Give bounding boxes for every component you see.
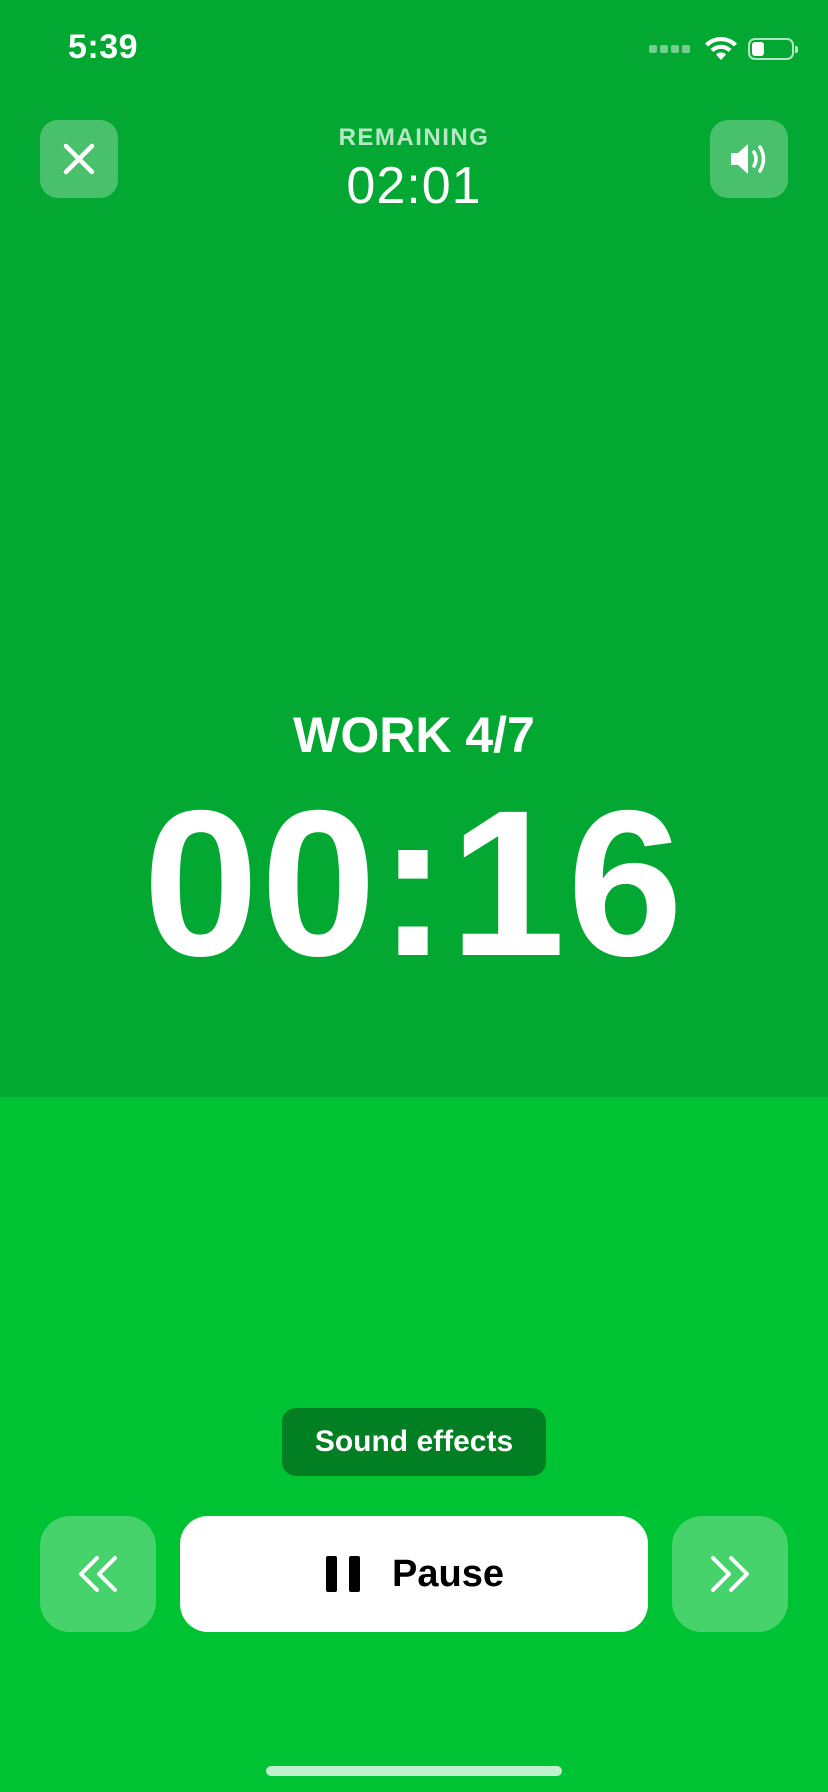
- status-time: 5:39: [68, 28, 139, 66]
- remaining-time: 02:01: [346, 157, 482, 215]
- phase-timer: 00:16: [143, 768, 685, 1000]
- signal-icon: [649, 45, 690, 53]
- wifi-icon: [705, 37, 737, 60]
- previous-button[interactable]: [40, 1516, 156, 1632]
- sound-effects-button[interactable]: Sound effects: [282, 1408, 546, 1476]
- phase-label: WORK 4/7: [293, 707, 535, 763]
- remaining-label: REMAINING: [338, 124, 490, 151]
- next-button[interactable]: [672, 1516, 788, 1632]
- speaker-icon: [731, 144, 766, 174]
- timer-screen: 5:39 REMAINING 02:01 WORK 4/7 00:16 Soun…: [0, 0, 828, 1792]
- home-indicator[interactable]: [266, 1766, 562, 1776]
- status-indicators: [649, 36, 798, 62]
- pause-label: Pause: [392, 1552, 504, 1595]
- battery-icon: [748, 38, 798, 60]
- chevrons-right-icon: [711, 1556, 749, 1592]
- sound-toggle-button[interactable]: [710, 120, 788, 198]
- pause-icon: [326, 1556, 361, 1592]
- pause-button[interactable]: Pause: [180, 1516, 648, 1632]
- chevrons-left-icon: [79, 1556, 117, 1592]
